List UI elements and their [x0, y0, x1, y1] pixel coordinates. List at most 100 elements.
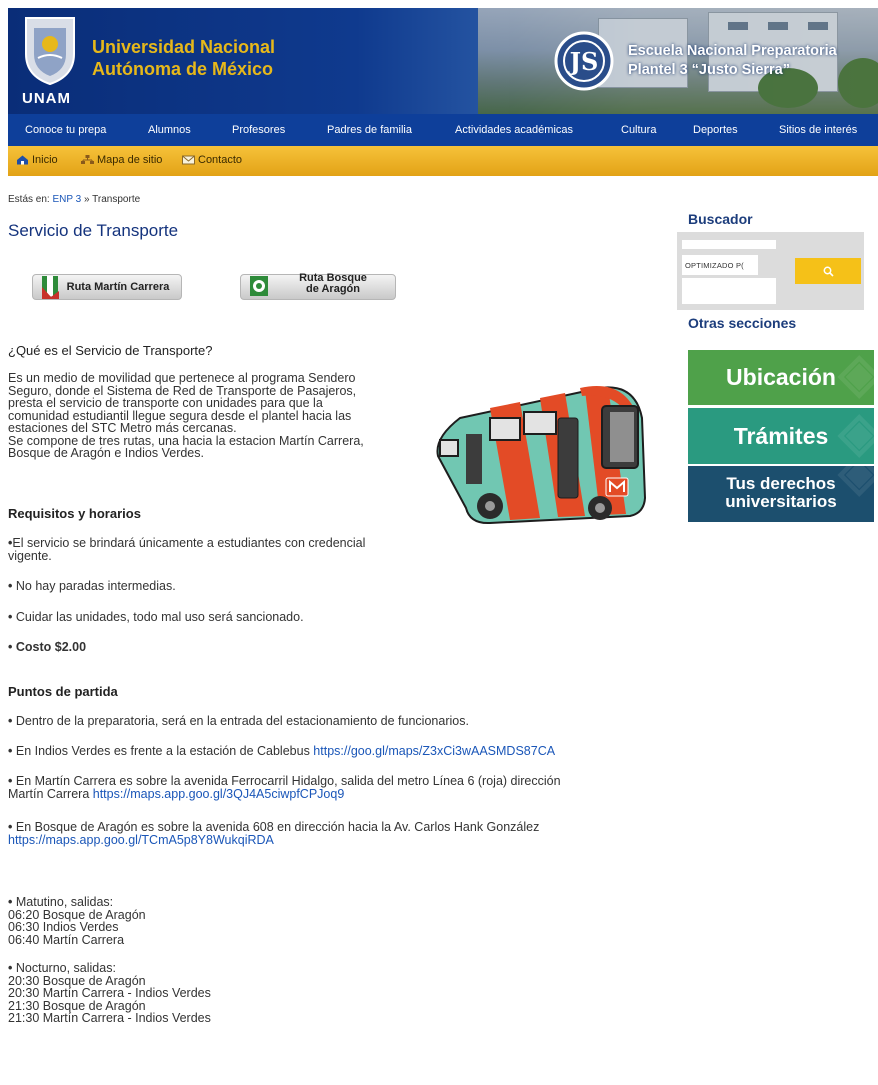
bus-illustration	[436, 386, 647, 525]
home-icon	[17, 155, 28, 165]
route-bosque-de-aragon-button[interactable]: Ruta Bosque de Aragón	[240, 273, 396, 300]
point-item: • En Indios Verdes es frente a la estaci…	[8, 745, 555, 758]
route-martin-carrera-button[interactable]: Ruta Martín Carrera	[32, 274, 182, 300]
utility-nav: Inicio Mapa de sitio Contacto	[8, 146, 878, 176]
schedule-morning: • Matutino, salidas: 06:20 Bosque de Ara…	[8, 896, 146, 946]
route-flag-icon	[250, 276, 268, 296]
section-what-body: Es un medio de movilidad que pertenece a…	[8, 372, 364, 460]
tile-watermark: ◈	[838, 350, 874, 403]
schedule-title: Matutino, salidas:	[15, 895, 114, 909]
subnav-item-label: Mapa de sitio	[97, 154, 163, 166]
requirement-item: • No hay paradas intermedias.	[8, 580, 176, 593]
sitemap-icon	[81, 155, 94, 164]
text-line: estaciones del STC Metro más cercanas.	[8, 421, 237, 435]
nav-item-profesores[interactable]: Profesores	[232, 124, 285, 136]
map-link-indios-verdes[interactable]: https://goo.gl/maps/Z3xCi3wAASMDS87CA	[313, 744, 555, 758]
point-text: Martín Carrera	[8, 786, 93, 801]
point-item: • Dentro de la preparatoria, será en la …	[8, 715, 469, 728]
breadcrumb-current: Transporte	[92, 194, 141, 205]
svg-text:JS: JS	[568, 47, 599, 76]
bullet-icon: •	[8, 744, 13, 758]
requirement-cost: Costo $2.00	[15, 640, 87, 654]
schedule-entry: 06:30 Indios Verdes	[8, 920, 119, 934]
search-title: Buscador	[688, 211, 753, 227]
university-name-line2: Autónoma de México	[92, 59, 274, 79]
point-text: En Indios Verdes es frente a la estación…	[15, 744, 314, 758]
tile-derechos-universitarios[interactable]: ◈ Tus derechos universitarios	[688, 466, 874, 522]
school-name[interactable]: Escuela Nacional Preparatoria Plantel 3 …	[628, 42, 837, 80]
search-button[interactable]	[795, 258, 861, 284]
enp-logo-icon: JS	[554, 31, 614, 91]
university-name-line1: Universidad Nacional	[92, 37, 276, 57]
text-line: Bosque de Aragón e Indios Verdes.	[8, 446, 204, 460]
text-line: Es un medio de movilidad que pertenece a…	[8, 371, 356, 385]
tile-watermark: ◈	[838, 408, 874, 462]
section-heading-points: Puntos de partida	[8, 684, 118, 699]
nav-item-sitios-de-interes[interactable]: Sitios de interés	[779, 124, 857, 136]
point-item: • En Martín Carrera es sobre la avenida …	[8, 775, 561, 800]
bullet-icon: •	[8, 610, 13, 624]
bullet-icon: •	[8, 579, 13, 593]
requirement-item: •El servicio se brindará únicamente a es…	[8, 537, 365, 562]
subnav-item-mapa-de-sitio[interactable]: Mapa de sitio	[81, 154, 162, 166]
requirement-text: El servicio se brindará únicamente a est…	[12, 536, 366, 550]
route-flag-icon	[42, 276, 59, 299]
map-link-martin-carrera[interactable]: https://maps.app.goo.gl/3QJ4A5ciwpfCPJoq…	[93, 787, 345, 801]
requirement-text: Cuidar las unidades, todo mal uso será s…	[15, 610, 304, 624]
nav-item-conoce-tu-prepa[interactable]: Conoce tu prepa	[25, 124, 106, 136]
section-heading-requirements: Requisitos y horarios	[8, 506, 141, 521]
bullet-icon: •	[8, 961, 13, 975]
schedule-night: • Nocturno, salidas: 20:30 Bosque de Ara…	[8, 962, 211, 1025]
route-button-label-line2: de Aragón	[306, 283, 360, 295]
route-button-label: Ruta Martín Carrera	[66, 280, 170, 293]
university-name[interactable]: Universidad Nacional Autónoma de México	[92, 36, 275, 80]
schedule-entry: 20:30 Martín Carrera - Indios Verdes	[8, 986, 211, 1000]
tile-label: Ubicación	[726, 364, 836, 390]
main-nav: Conoce tu prepa Alumnos Profesores Padre…	[8, 114, 878, 146]
route-button-label: Ruta Bosque de Aragón	[281, 273, 385, 295]
school-name-line1: Escuela Nacional Preparatoria	[628, 43, 837, 59]
bullet-icon: •	[8, 714, 13, 728]
subnav-item-label: Contacto	[198, 154, 243, 166]
nav-item-cultura[interactable]: Cultura	[621, 124, 656, 136]
nav-item-deportes[interactable]: Deportes	[693, 124, 738, 136]
nav-item-padres-de-familia[interactable]: Padres de familia	[327, 124, 412, 136]
school-name-line2: Plantel 3 “Justo Sierra”	[628, 62, 790, 78]
requirement-item: • Cuidar las unidades, todo mal uso será…	[8, 611, 304, 624]
search-field-bottom[interactable]	[682, 278, 776, 304]
tile-tramites[interactable]: ◈ Trámites	[688, 408, 874, 464]
tile-watermark: ◈	[838, 466, 874, 501]
point-text: Dentro de la preparatoria, será en la en…	[15, 714, 469, 728]
other-sections-title: Otras secciones	[688, 315, 797, 331]
schedule-entry: 21:30 Martín Carrera - Indios Verdes	[8, 1011, 211, 1025]
requirement-text: No hay paradas intermedias.	[15, 579, 176, 593]
breadcrumb-separator: »	[84, 194, 90, 205]
schedule-entry: 06:40 Martín Carrera	[8, 932, 125, 947]
breadcrumb-prefix: Estás en:	[8, 194, 50, 205]
nav-item-alumnos[interactable]: Alumnos	[148, 124, 191, 136]
requirement-item: • Costo $2.00	[8, 641, 86, 654]
unam-shield-icon	[25, 17, 75, 86]
tile-ubicacion[interactable]: ◈ Ubicación	[688, 350, 874, 405]
requirement-text: vigente.	[8, 548, 52, 563]
envelope-icon	[182, 155, 195, 165]
page-title: Servicio de Transporte	[8, 221, 179, 240]
subnav-item-label: Inicio	[32, 154, 58, 166]
search-field-top[interactable]	[682, 240, 776, 249]
search-input[interactable]: OPTIMIZADO P(	[682, 255, 758, 275]
schedule-title: Nocturno, salidas:	[15, 961, 116, 975]
subnav-item-contacto[interactable]: Contacto	[182, 154, 242, 166]
search-icon	[823, 266, 834, 277]
breadcrumb: Estás en: ENP 3 » Transporte	[8, 194, 140, 205]
unam-label: UNAM	[22, 90, 71, 107]
bullet-icon: •	[8, 895, 13, 909]
section-heading-what: ¿Qué es el Servicio de Transporte?	[8, 343, 213, 358]
nav-item-actividades-academicas[interactable]: Actividades académicas	[455, 124, 573, 136]
bullet-icon: •	[8, 640, 13, 654]
text-line: presta el servicio de transporte con uni…	[8, 396, 323, 410]
subnav-item-inicio[interactable]: Inicio	[16, 154, 58, 166]
point-item: • En Bosque de Aragón es sobre la avenid…	[8, 821, 539, 846]
breadcrumb-link-enp3[interactable]: ENP 3	[52, 194, 81, 205]
tile-label: Trámites	[733, 423, 829, 449]
map-link-bosque-de-aragon[interactable]: https://maps.app.goo.gl/TCmA5p8Y8WukqiRD…	[8, 833, 274, 847]
